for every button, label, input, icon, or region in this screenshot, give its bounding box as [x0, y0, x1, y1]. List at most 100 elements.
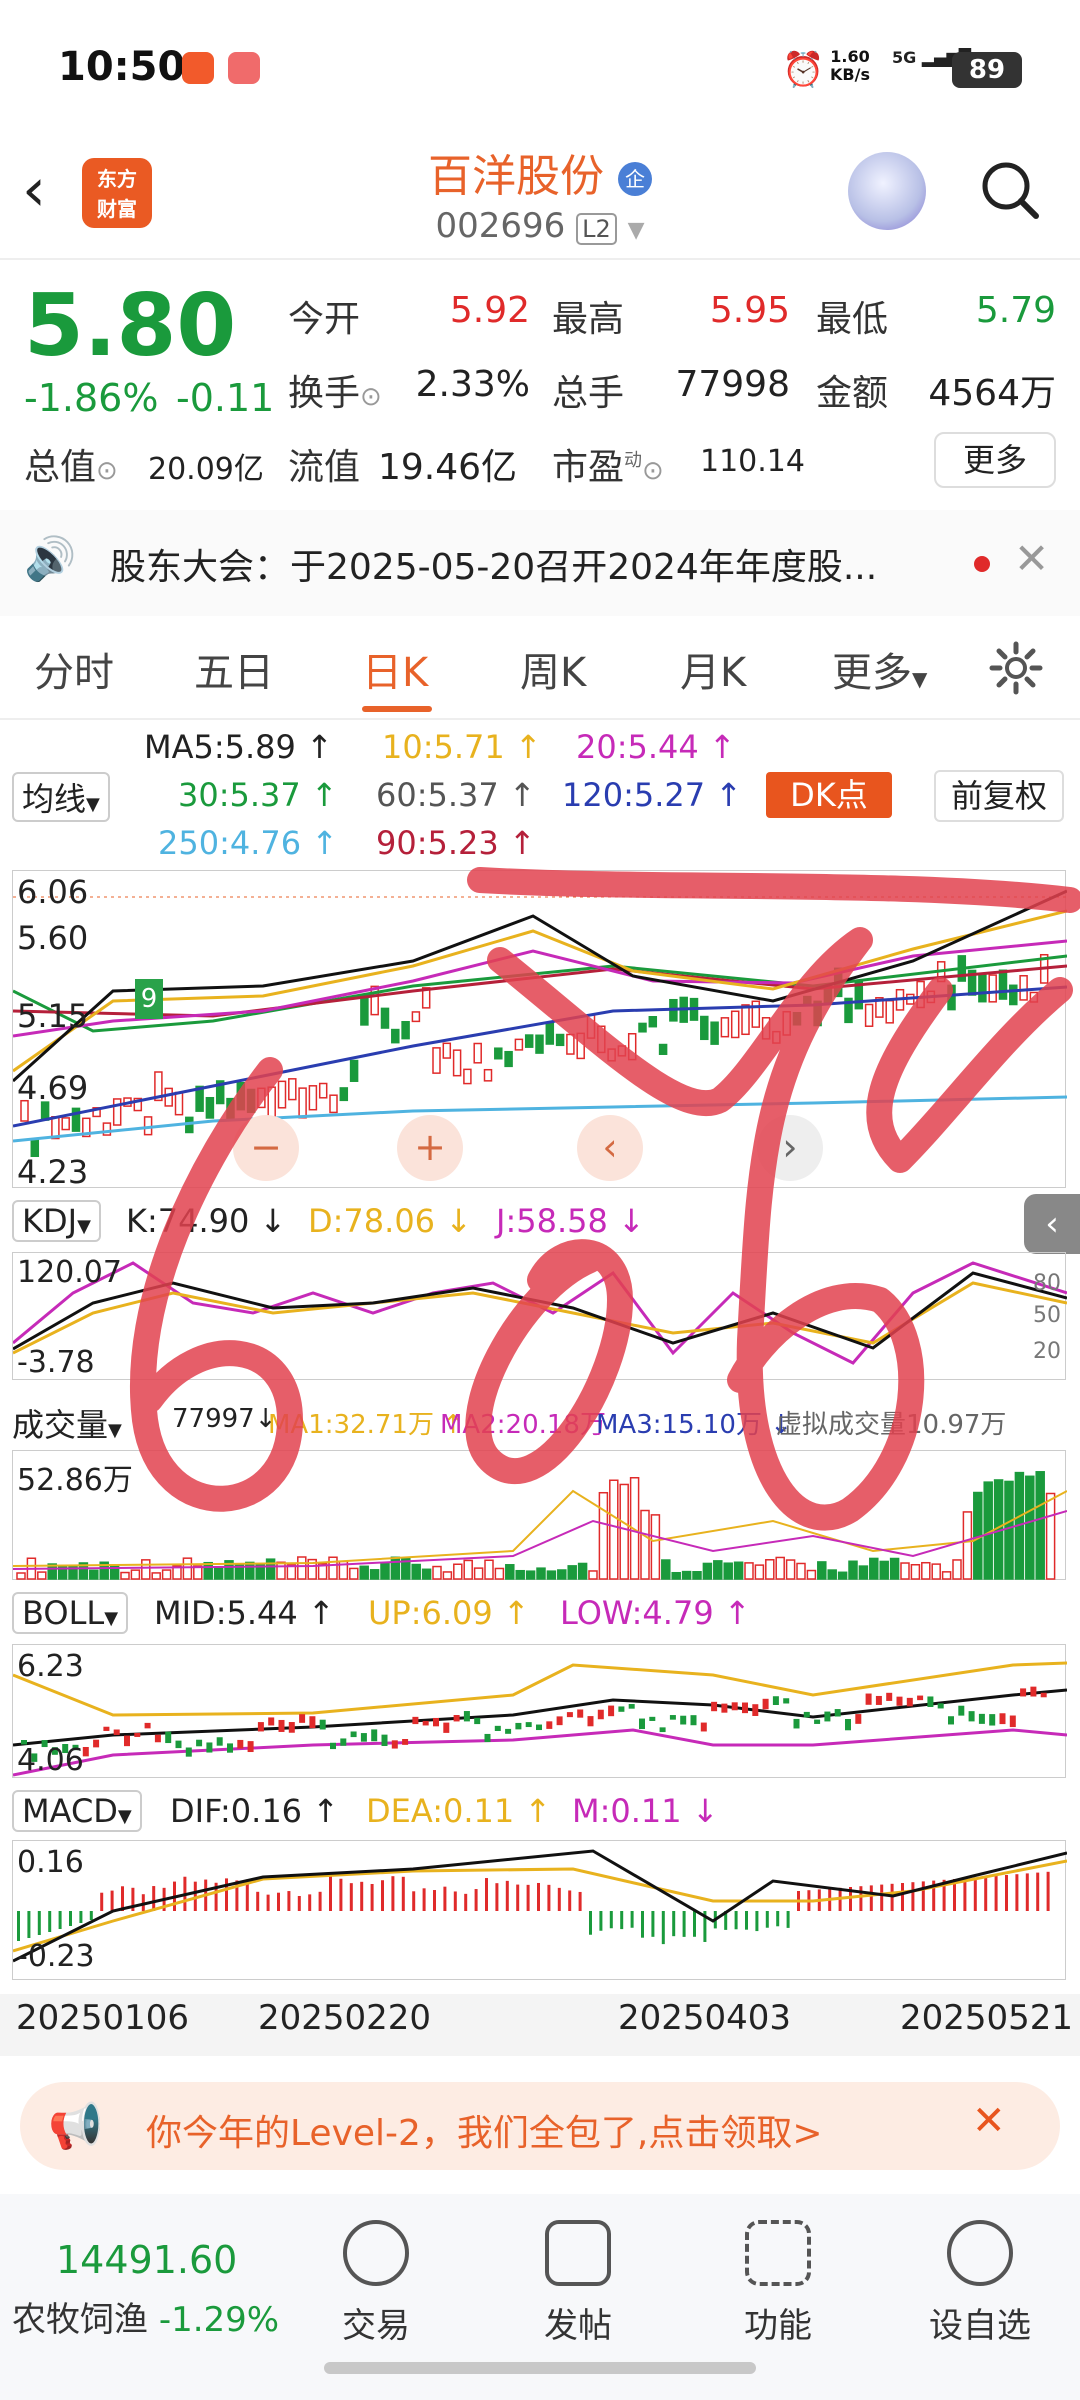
sector-index-value[interactable]: 14491.60 — [56, 2238, 237, 2282]
macd-bar — [339, 1878, 343, 1911]
candlestick — [401, 1020, 410, 1040]
more-quote-button[interactable]: 更多 — [934, 432, 1056, 488]
macd-selector[interactable]: MACD▼ — [12, 1790, 142, 1832]
tab-monthly-k[interactable]: 月K — [680, 640, 746, 698]
volume-bar — [619, 1483, 629, 1580]
current-price: 5.80 — [24, 276, 237, 376]
zoom-in-button[interactable]: + — [397, 1115, 463, 1181]
nav-add-watchlist[interactable]: 设自选 — [910, 2220, 1050, 2347]
volume-bar — [328, 1556, 338, 1580]
notice-text[interactable]: 股东大会：于2025-05-20召开2024年年度股... — [110, 538, 877, 590]
boll-candle — [154, 1734, 161, 1743]
macd-bar — [765, 1911, 769, 1928]
status-bar: 10:50 ⏰ 1.60 KB/s 5G ▂▄▆█ 89 — [0, 0, 1080, 135]
date-label: 20250403 — [618, 1998, 792, 2038]
macd-bar — [110, 1890, 114, 1911]
volume-bar — [848, 1560, 858, 1580]
volume-bar — [265, 1558, 276, 1580]
volume-bar — [598, 1491, 609, 1580]
nav-functions[interactable]: 功能 — [708, 2220, 848, 2347]
kline-y-bottom: 4.23 — [17, 1153, 89, 1191]
kline-chart[interactable]: 6.06 5.60 5.15 4.69 4.23 9 − + ‹ › — [11, 870, 1068, 1191]
volume-bar — [349, 1567, 359, 1580]
active-tab-indicator — [362, 706, 432, 712]
boll-candle — [247, 1741, 254, 1753]
tab-weekly-k[interactable]: 周K — [520, 640, 586, 698]
volume-bar — [546, 1570, 557, 1580]
nav-post[interactable]: 发帖 — [508, 2220, 648, 2347]
candlestick — [720, 1017, 730, 1038]
ma-selector[interactable]: 均线▼ — [12, 772, 110, 822]
boll-candle — [1030, 1686, 1037, 1697]
battery-icon: 89 — [952, 52, 1022, 88]
candlestick — [566, 1033, 575, 1055]
macd-bar — [308, 1894, 312, 1911]
boll-candle — [1040, 1692, 1047, 1698]
tab-five-day[interactable]: 五日 — [194, 640, 274, 698]
ai-assistant-avatar[interactable] — [848, 152, 926, 230]
adjust-button[interactable]: 前复权 — [934, 770, 1064, 822]
volume-bar — [723, 1562, 733, 1580]
volume-bar — [203, 1561, 213, 1580]
boll-candle — [124, 1735, 130, 1747]
macd-bar — [869, 1885, 873, 1911]
kdj-selector[interactable]: KDJ▼ — [12, 1200, 101, 1242]
settings-gear-icon[interactable] — [988, 640, 1044, 696]
kdj-chart[interactable]: 120.07 -3.78 80 50 20 — [12, 1252, 1068, 1380]
macd-chart[interactable]: 0.16 -0.23 — [12, 1840, 1068, 1980]
volume-chart[interactable]: 52.86万 — [12, 1450, 1068, 1580]
boll-candle — [968, 1711, 975, 1722]
macd-bar — [661, 1911, 665, 1945]
candlestick — [411, 1011, 421, 1023]
sector-index-info[interactable]: 农牧饲渔 -1.29% — [12, 2292, 279, 2341]
macd-bar — [495, 1883, 499, 1911]
boll-candle — [237, 1739, 244, 1749]
boll-candle — [608, 1705, 615, 1717]
boll-candle — [762, 1698, 769, 1710]
candlestick — [483, 1068, 493, 1082]
back-icon[interactable]: ‹ — [22, 160, 46, 220]
tab-daily-k[interactable]: 日K — [362, 640, 428, 698]
volume-virtual: 虚拟成交量10.97万 — [776, 1410, 1007, 1440]
volume-bar — [775, 1556, 785, 1580]
candlestick — [648, 1016, 658, 1028]
boll-up: UP:6.09 ↑ — [368, 1594, 530, 1632]
zoom-out-button[interactable]: − — [233, 1115, 299, 1181]
macd-plot — [12, 1849, 1068, 1963]
dk-point-button[interactable]: DK点 — [766, 772, 892, 818]
macd-bar — [318, 1891, 322, 1911]
close-icon[interactable]: ✕ — [972, 2098, 1006, 2144]
volume-ma2: MA2:20.18万 — [440, 1410, 606, 1440]
boll-candle — [536, 1724, 542, 1731]
macd-bar — [672, 1911, 676, 1937]
nav-trade[interactable]: 交易 — [306, 2220, 446, 2347]
tab-more[interactable]: 更多▼ — [832, 640, 927, 698]
kdj-plot — [12, 1261, 1068, 1365]
volume-bar — [827, 1569, 837, 1580]
volume-selector[interactable]: 成交量▼ — [12, 1400, 122, 1446]
boll-candle — [783, 1698, 790, 1704]
low-label: 最低 — [816, 299, 889, 340]
macd-bar — [693, 1911, 696, 1937]
macd-bar — [443, 1886, 447, 1911]
close-icon[interactable]: ✕ — [1014, 534, 1049, 583]
boll-candle — [721, 1703, 728, 1713]
macd-bar — [516, 1884, 520, 1911]
float-cap-value: 19.46亿 — [378, 447, 518, 488]
scroll-right-button[interactable]: › — [757, 1115, 823, 1181]
volume-bar — [879, 1560, 889, 1580]
boll-candle — [731, 1702, 738, 1711]
side-panel-toggle[interactable]: ‹ — [1024, 1194, 1080, 1254]
scroll-left-button[interactable]: ‹ — [577, 1115, 643, 1181]
stock-code-selector[interactable]: 002696 L2 ▼ — [380, 206, 700, 246]
macd-bar — [609, 1911, 613, 1929]
volume-bar — [432, 1565, 442, 1580]
boll-candle — [1009, 1715, 1016, 1728]
boll-chart[interactable]: 6.23 4.06 — [12, 1644, 1068, 1778]
tab-intraday[interactable]: 分时 — [34, 640, 114, 698]
boll-candle — [824, 1711, 831, 1722]
search-icon[interactable] — [978, 158, 1042, 222]
boll-selector[interactable]: BOLL▼ — [12, 1592, 129, 1634]
candlestick — [545, 1022, 555, 1045]
promo-text[interactable]: 你今年的Level-2，我们全包了,点击领取> — [146, 2104, 823, 2156]
